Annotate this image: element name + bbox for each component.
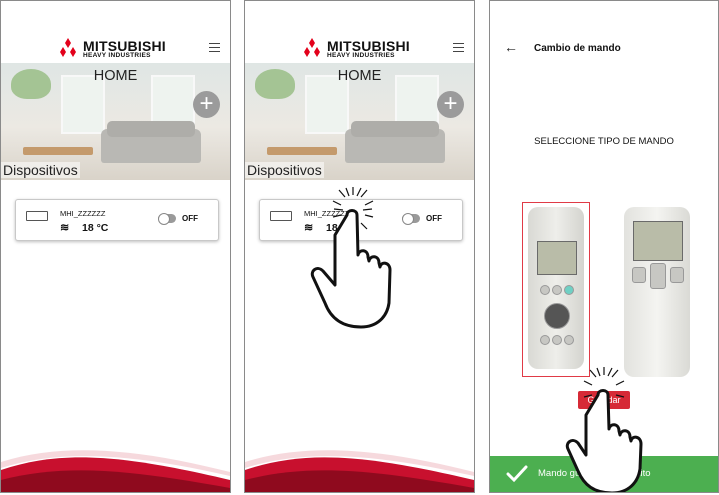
phone-screen-home-tap: MITSUBISHI HEAVY INDUSTRIES HOME + Dispo… — [244, 0, 475, 493]
devices-section-label: Dispositivos — [245, 162, 324, 178]
power-toggle[interactable] — [158, 213, 176, 225]
home-title: HOME — [337, 68, 382, 84]
brand-logo: MITSUBISHI HEAVY INDUSTRIES — [57, 36, 177, 62]
air-conditioner-icon — [26, 211, 48, 221]
brand-logo: MITSUBISHI HEAVY INDUSTRIES — [301, 36, 421, 62]
selected-remote-frame[interactable] — [522, 202, 590, 377]
screen-title: Cambio de mando — [534, 43, 621, 54]
hamburger-icon[interactable] — [453, 43, 464, 52]
remote-button — [632, 267, 646, 283]
air-conditioner-icon — [270, 211, 292, 221]
arrow-left-icon[interactable]: ← — [504, 39, 518, 55]
tap-gesture-icon — [310, 187, 392, 329]
mitsubishi-logo-icon — [57, 38, 79, 58]
mitsubishi-logo-icon — [301, 38, 323, 58]
power-state-label: OFF — [426, 214, 442, 223]
remote-button — [650, 263, 666, 289]
home-title: HOME — [93, 68, 138, 84]
remote-option-b[interactable] — [624, 207, 690, 377]
device-card[interactable]: MHI_ZZZZZZ ≋ 18 °C OFF — [15, 199, 219, 241]
decorative-wave — [245, 450, 474, 492]
remote-button — [670, 267, 684, 283]
plus-icon[interactable]: + — [437, 91, 464, 118]
app-bar: ← Cambio de mando — [490, 1, 718, 79]
home-hero-image: HOME + Dispositivos — [1, 63, 230, 180]
brand-subtitle: HEAVY INDUSTRIES — [327, 52, 395, 59]
table-decoration — [267, 147, 337, 155]
hamburger-icon[interactable] — [209, 43, 220, 52]
power-state-label: OFF — [182, 214, 198, 223]
devices-section-label: Dispositivos — [1, 162, 80, 178]
table-decoration — [23, 147, 93, 155]
device-name: MHI_ZZZZZZ — [60, 209, 106, 218]
sofa-decoration — [345, 121, 445, 163]
check-icon — [506, 465, 528, 483]
phone-screen-home: MITSUBISHI HEAVY INDUSTRIES HOME + Dispo… — [0, 0, 231, 493]
phone-screen-remote-change: ← Cambio de mando SELECCIONE TIPO DE MAN… — [489, 0, 719, 493]
brand-subtitle: HEAVY INDUSTRIES — [83, 52, 151, 59]
top-bar: MITSUBISHI HEAVY INDUSTRIES — [245, 1, 474, 65]
top-bar: MITSUBISHI HEAVY INDUSTRIES — [1, 1, 230, 65]
tap-gesture-icon — [565, 367, 643, 492]
device-temperature: 18 °C — [82, 222, 109, 234]
sofa-decoration — [101, 121, 201, 163]
fan-mode-icon: ≋ — [60, 222, 70, 234]
instruction-text: SELECCIONE TIPO DE MANDO — [534, 136, 674, 147]
home-hero-image: HOME + Dispositivos — [245, 63, 474, 180]
decorative-wave — [1, 450, 230, 492]
plus-icon[interactable]: + — [193, 91, 220, 118]
remote-screen — [633, 221, 683, 261]
